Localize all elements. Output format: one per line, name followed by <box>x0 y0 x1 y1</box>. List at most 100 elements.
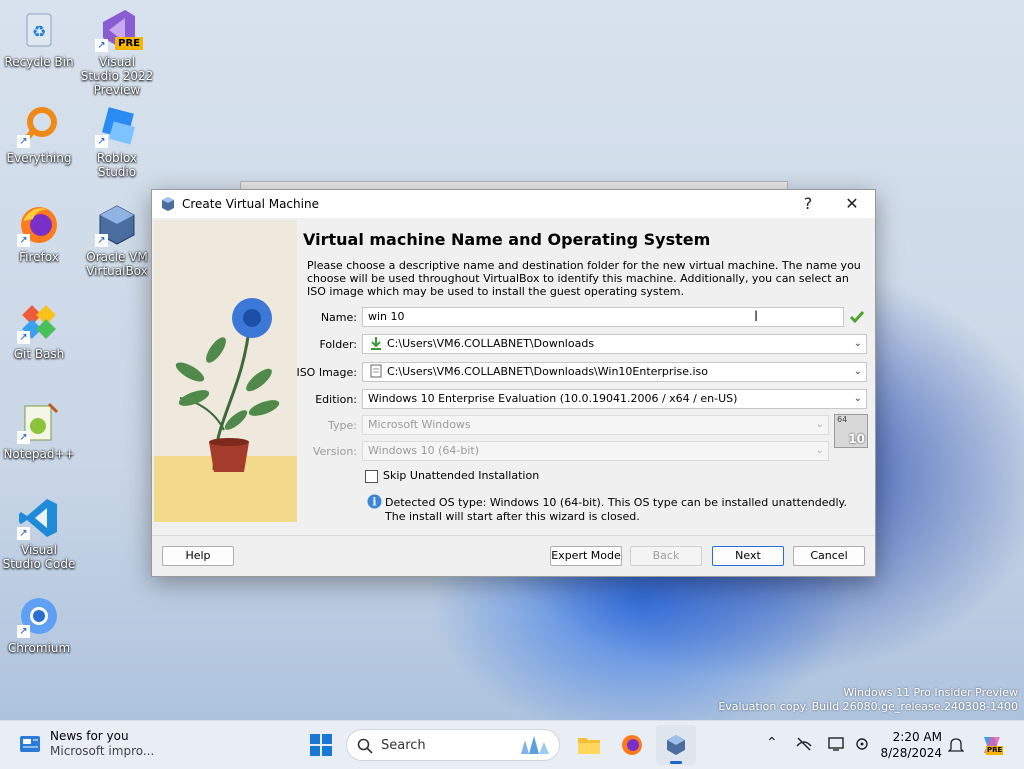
name-input[interactable]: win 10 I <box>362 307 844 327</box>
visual-studio-preview-icon: PRE ↗ <box>95 8 143 52</box>
version-select: Windows 10 (64-bit) ⌄ <box>362 441 829 461</box>
virtualbox-taskbar-button[interactable] <box>656 725 696 765</box>
notification-bell-icon[interactable] <box>948 736 964 754</box>
shortcut-arrow-icon: ↗ <box>17 234 30 247</box>
desktop-icon-label: Chromium <box>7 641 71 655</box>
display-icon[interactable] <box>828 736 846 752</box>
desktop-icon-firefox[interactable]: ↗ Firefox <box>1 203 77 264</box>
close-button[interactable]: ✕ <box>832 192 872 216</box>
os-type-icon: 64 10 <box>834 414 868 448</box>
dialog-titlebar[interactable]: Create Virtual Machine ? ✕ <box>152 190 875 218</box>
taskbar-search-box[interactable]: Search <box>346 729 560 761</box>
edition-select[interactable]: Windows 10 Enterprise Evaluation (10.0.1… <box>362 389 867 409</box>
desktop-icon-notepad-plus-plus[interactable]: ↗ Notepad++ <box>1 400 77 461</box>
svg-text:♻: ♻ <box>32 22 46 41</box>
desktop-icon-everything[interactable]: ↗ Everything <box>1 104 77 165</box>
active-app-indicator <box>670 761 682 764</box>
copilot-icon[interactable]: PRE <box>980 733 1004 757</box>
desktop-icon-label: Oracle VM VirtualBox <box>86 250 148 278</box>
virtualbox-icon: ↗ <box>95 203 139 247</box>
wizard-illustration <box>154 220 297 522</box>
version-value: Windows 10 (64-bit) <box>368 444 479 457</box>
version-label: Version: <box>312 445 357 458</box>
type-value: Microsoft Windows <box>368 418 471 431</box>
desktop-icon-label: Notepad++ <box>3 447 75 461</box>
chevron-up-icon[interactable]: ⌃ <box>766 735 778 751</box>
expert-mode-button[interactable]: Expert Mode <box>550 546 622 566</box>
copilot-pre-badge: PRE <box>986 746 1004 755</box>
skip-unattended-checkbox[interactable] <box>365 470 378 483</box>
text-cursor-icon: I <box>754 309 759 325</box>
firefox-icon: ↗ <box>17 203 61 247</box>
create-vm-dialog: Create Virtual Machine ? ✕ Virtual machi… <box>151 189 876 577</box>
chevron-down-icon: ⌄ <box>815 419 824 430</box>
shortcut-arrow-icon: ↗ <box>17 135 30 148</box>
edition-label: Edition: <box>315 393 357 406</box>
windows-start-icon[interactable] <box>309 733 333 757</box>
watermark-line-2: Evaluation copy. Build 26080.ge_release.… <box>718 700 1018 713</box>
everything-search-icon: ↗ <box>17 104 61 148</box>
shortcut-arrow-icon: ↗ <box>95 135 108 148</box>
news-title: News for you <box>50 729 129 743</box>
download-folder-icon <box>371 337 381 350</box>
iso-file-icon <box>370 364 382 378</box>
page-heading: Virtual machine Name and Operating Syste… <box>303 230 711 249</box>
iso-image-value: C:\Users\VM6.COLLABNET\Downloads\Win10En… <box>387 365 709 378</box>
name-input-value: win 10 <box>368 310 405 323</box>
name-label: Name: <box>320 311 357 324</box>
firefox-taskbar-icon[interactable] <box>620 733 644 757</box>
svg-text:i: i <box>372 496 376 509</box>
recycle-bin-icon: ♻ <box>17 8 61 52</box>
desktop-icon-vscode[interactable]: ↗ Visual Studio Code <box>1 496 77 571</box>
desktop-icon-label: Firefox <box>19 250 59 264</box>
settings-sync-icon[interactable] <box>854 736 872 752</box>
news-subtitle: Microsoft impro... <box>50 744 155 758</box>
iso-image-select[interactable]: C:\Users\VM6.COLLABNET\Downloads\Win10En… <box>362 362 867 382</box>
shortcut-arrow-icon: ↗ <box>17 527 30 540</box>
os-version-badge: 10 <box>848 432 865 446</box>
skip-unattended-label[interactable]: Skip Unattended Installation <box>383 469 539 482</box>
cancel-button[interactable]: Cancel <box>793 546 865 566</box>
chevron-down-icon: ⌄ <box>853 393 862 404</box>
desktop-icon-label: Everything <box>6 151 72 165</box>
iso-image-label: ISO Image: <box>296 366 357 379</box>
chromium-icon: ↗ <box>17 594 61 638</box>
search-label: Search <box>381 738 426 753</box>
next-button[interactable]: Next <box>712 546 784 566</box>
shortcut-arrow-icon: ↗ <box>95 39 108 52</box>
folder-label: Folder: <box>319 338 357 351</box>
pre-badge: PRE <box>115 37 143 50</box>
chevron-down-icon: ⌄ <box>815 445 824 456</box>
desktop-icon-label: Visual Studio 2022 Preview <box>80 55 154 97</box>
desktop-icon-git-bash[interactable]: ↗ Git Bash <box>1 300 77 361</box>
desktop-icon-virtualbox[interactable]: ↗ Oracle VM VirtualBox <box>79 203 155 278</box>
file-explorer-icon[interactable] <box>577 733 601 757</box>
dialog-title: Create Virtual Machine <box>182 197 319 211</box>
potted-flower-illustration <box>175 298 280 472</box>
os-bits-badge: 64 <box>837 415 848 424</box>
news-icon <box>20 736 40 752</box>
type-label: Type: <box>328 419 357 432</box>
network-icon[interactable] <box>795 736 813 752</box>
folder-select[interactable]: C:\Users\VM6.COLLABNET\Downloads ⌄ <box>362 334 867 354</box>
taskbar: News for you Microsoft impro... Search ⌃… <box>0 720 1024 769</box>
info-icon: i <box>367 494 382 509</box>
desktop-icon-label: Visual Studio Code <box>2 543 76 571</box>
chevron-down-icon: ⌄ <box>853 366 862 377</box>
back-button[interactable]: Back <box>630 546 702 566</box>
taskbar-clock[interactable]: 2:20 AM 8/28/2024 <box>880 729 942 761</box>
roblox-studio-icon: ↗ <box>95 104 139 148</box>
desktop-icon-chromium[interactable]: ↗ Chromium <box>1 594 77 655</box>
git-bash-icon: ↗ <box>17 300 61 344</box>
desktop-icon-label: Git Bash <box>13 347 65 361</box>
shortcut-arrow-icon: ↗ <box>17 431 30 444</box>
help-button[interactable]: Help <box>162 546 234 566</box>
desktop-icon-roblox-studio[interactable]: ↗ Roblox Studio <box>79 104 155 179</box>
virtualbox-taskbar-icon <box>667 735 685 755</box>
desktop-icon-recycle-bin[interactable]: ♻ Recycle Bin <box>1 8 77 69</box>
context-help-button[interactable]: ? <box>788 192 828 216</box>
desktop-icon-visual-studio-2022-preview[interactable]: PRE ↗ Visual Studio 2022 Preview <box>79 8 155 97</box>
page-description: Please choose a descriptive name and des… <box>307 259 861 298</box>
watermark-line-1: Windows 11 Pro Insider Preview <box>843 686 1018 699</box>
shortcut-arrow-icon: ↗ <box>17 331 30 344</box>
